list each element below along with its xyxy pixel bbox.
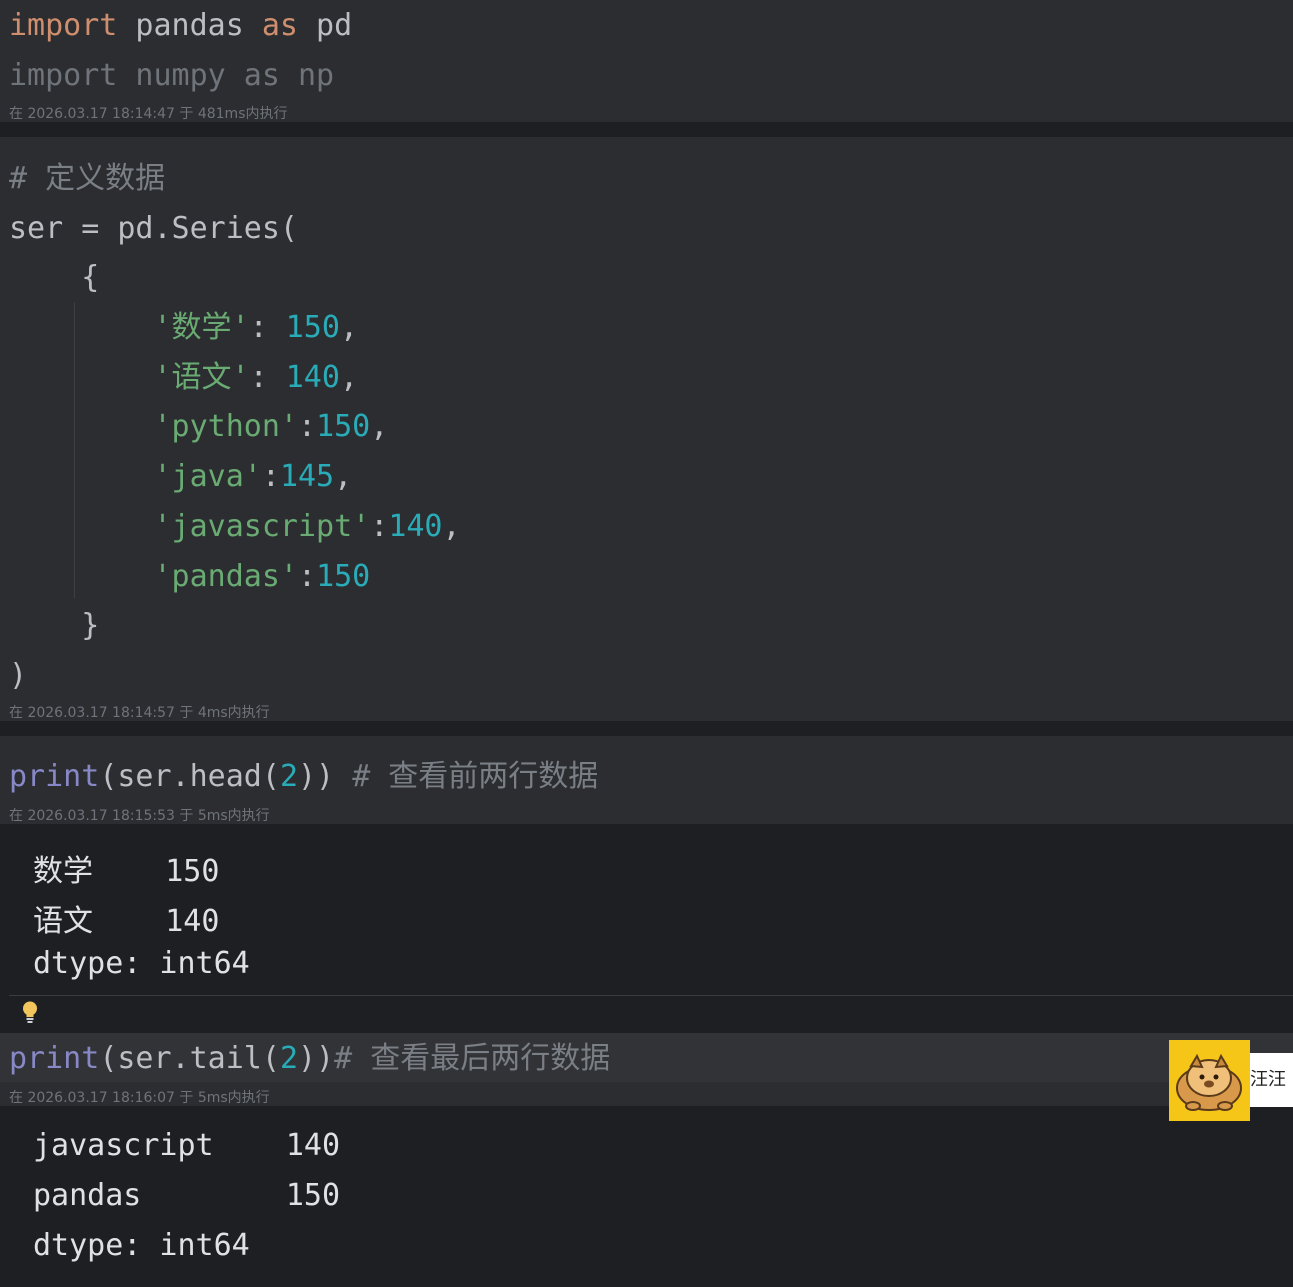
code-token: print [9, 1041, 100, 1076]
code-token: ser = pd.Series( [9, 210, 298, 246]
code-token: , [442, 508, 461, 544]
code-token: : [249, 359, 286, 395]
code-token: pandas [117, 8, 262, 43]
dog-mascot-icon [1176, 1053, 1242, 1111]
output-line: dtype: int64 [33, 946, 250, 981]
output-line: 数学 150 [33, 854, 220, 889]
code-token: 'javascript' [153, 508, 371, 544]
code-token: # 定义数据 [9, 161, 166, 196]
code-token: , [339, 310, 358, 346]
code-token: 'pandas' [153, 558, 299, 594]
code-token: 150 [316, 409, 371, 445]
code-line[interactable]: print(ser.tail(2))# 查看最后两行数据 [9, 1034, 610, 1084]
output-divider [9, 995, 1293, 996]
code-token: (ser.tail( [99, 1041, 280, 1076]
code-editor[interactable]: import pandas as pd import numpy as np [9, 1, 352, 100]
code-token: 'java' [153, 459, 262, 495]
execution-info: 在 2026.03.17 18:16:07 于 5ms内执行 [9, 1090, 270, 1106]
code-token: 150 [285, 310, 340, 346]
code-token: 2 [279, 759, 298, 794]
code-line[interactable]: print(ser.head(2)) # 查看前两行数据 [9, 752, 598, 802]
code-cell-4[interactable]: print(ser.tail(2))# 查看最后两行数据 在 2026.03.1… [0, 1033, 1293, 1106]
code-token: pd [298, 8, 353, 43]
code-editor[interactable]: print(ser.head(2)) # 查看前两行数据 [9, 752, 598, 802]
code-token: )) [298, 1041, 335, 1076]
code-line[interactable]: 'pandas':150 [9, 552, 461, 602]
cell-output-4: javascript 140 pandas 150 dtype: int64 [0, 1106, 1293, 1276]
code-token: : [261, 459, 280, 495]
code-token: import numpy as np [9, 57, 335, 93]
code-token: 150 [316, 558, 371, 594]
code-line[interactable]: } [9, 601, 461, 651]
execution-info: 在 2026.03.17 18:14:47 于 481ms内执行 [9, 106, 288, 122]
code-line[interactable]: 'python':150, [9, 402, 461, 452]
code-token: import [9, 8, 118, 43]
code-token: , [370, 409, 389, 445]
code-token: print [9, 759, 100, 794]
code-token: : [249, 310, 286, 346]
code-token: as [261, 8, 298, 43]
code-token: { [9, 260, 100, 296]
code-line[interactable]: 'javascript':140, [9, 502, 461, 552]
code-line[interactable]: import pandas as pd [9, 1, 352, 51]
code-token: : [298, 409, 317, 445]
code-token: ) [9, 657, 28, 693]
code-token: 140 [285, 359, 340, 395]
code-token: # 查看最后两行数据 [334, 1041, 611, 1076]
code-token: : [370, 508, 389, 544]
code-line[interactable]: { [9, 253, 461, 303]
code-token: 'python' [153, 409, 299, 445]
code-line[interactable]: ser = pd.Series( [9, 204, 461, 254]
code-token: )) [298, 759, 353, 794]
cell-output-3: 数学 150 语文 140 dtype: int64 [0, 824, 1293, 1018]
floating-widget-label[interactable]: 汪汪 [1250, 1053, 1293, 1107]
output-line: 语文 140 [33, 904, 220, 939]
execution-info: 在 2026.03.17 18:14:57 于 4ms内执行 [9, 705, 270, 721]
code-line[interactable]: import numpy as np [9, 51, 352, 101]
code-cell-2[interactable]: # 定义数据 ser = pd.Series( { '数学': 150, '语文'… [0, 137, 1293, 721]
code-cell-3[interactable]: print(ser.head(2)) # 查看前两行数据 在 2026.03.1… [0, 736, 1293, 824]
code-cell-1[interactable]: import pandas as pd import numpy as np 在 … [0, 0, 1293, 122]
code-line[interactable]: ) [9, 651, 461, 701]
output-line: pandas 150 [33, 1178, 341, 1213]
notebook: import pandas as pd import numpy as np 在 … [0, 0, 1293, 1287]
code-token: , [334, 459, 353, 495]
execution-info: 在 2026.03.17 18:15:53 于 5ms内执行 [9, 808, 270, 824]
code-token: '语文' [153, 359, 250, 395]
indent-guide [74, 302, 75, 598]
code-token: '数学' [153, 310, 250, 346]
code-line[interactable]: # 定义数据 [9, 154, 461, 204]
code-token: , [339, 359, 358, 395]
lightbulb-icon[interactable] [20, 1000, 40, 1024]
code-token: 145 [279, 459, 335, 495]
floating-assistant-widget[interactable] [1169, 1040, 1250, 1121]
code-editor[interactable]: # 定义数据 ser = pd.Series( { '数学': 150, '语文'… [9, 154, 461, 701]
code-token: } [9, 608, 100, 644]
code-token: (ser.head( [99, 759, 280, 794]
code-token: : [298, 558, 317, 594]
code-token: # 查看前两行数据 [352, 759, 599, 794]
code-token: 140 [388, 508, 443, 544]
code-line[interactable]: '语文': 140, [9, 353, 461, 403]
code-line[interactable]: '数学': 150, [9, 303, 461, 353]
code-line[interactable]: 'java':145, [9, 452, 461, 502]
code-editor[interactable]: print(ser.tail(2))# 查看最后两行数据 [9, 1034, 610, 1084]
output-line: dtype: int64 [33, 1228, 250, 1263]
output-line: javascript 140 [33, 1128, 341, 1163]
code-token: 2 [279, 1041, 298, 1076]
